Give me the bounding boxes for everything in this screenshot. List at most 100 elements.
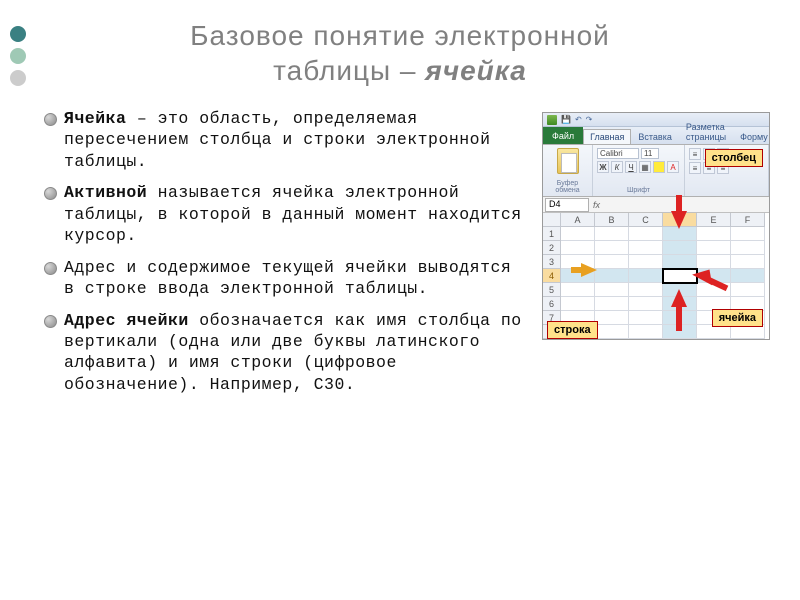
- cell[interactable]: [629, 241, 663, 255]
- select-all-corner[interactable]: [543, 213, 561, 227]
- ribbon-group-clipboard: Буфер обмена: [543, 145, 593, 196]
- spreadsheet-grid: A B C D E F 1 2: [543, 213, 769, 339]
- tab-layout[interactable]: Разметка страницы: [679, 119, 733, 144]
- cell[interactable]: [731, 227, 765, 241]
- ribbon-group-font: Calibri 11 Ж К Ч ▦ A: [593, 145, 685, 196]
- cell[interactable]: [629, 297, 663, 311]
- bold-button[interactable]: Ж: [597, 161, 609, 173]
- dot-mint: [10, 48, 26, 64]
- border-button[interactable]: ▦: [639, 161, 651, 173]
- cell[interactable]: [595, 269, 629, 283]
- decorative-dots: [10, 26, 26, 92]
- column-headers: A B C D E F: [543, 213, 769, 227]
- cell[interactable]: [561, 297, 595, 311]
- tab-insert[interactable]: Вставка: [631, 129, 678, 144]
- cell[interactable]: [663, 255, 697, 269]
- cell[interactable]: [697, 227, 731, 241]
- save-icon: 💾: [561, 115, 571, 124]
- excel-screenshot: 💾 ↶ ↷ Файл Главная Вставка Разметка стра…: [542, 112, 770, 340]
- ribbon-tabs: Файл Главная Вставка Разметка страницы Ф…: [543, 127, 769, 145]
- paste-icon[interactable]: [557, 148, 579, 174]
- callout-column: столбец: [705, 149, 763, 167]
- row-1: 1: [543, 227, 769, 241]
- redo-icon: ↷: [586, 115, 593, 124]
- cell[interactable]: [629, 269, 663, 283]
- cell[interactable]: [561, 283, 595, 297]
- col-header-B[interactable]: B: [595, 213, 629, 227]
- cell[interactable]: [595, 255, 629, 269]
- bullet-2: Активной называется ячейка электронной т…: [42, 182, 532, 246]
- formula-bar: D4 fx: [543, 197, 769, 213]
- font-name-select[interactable]: Calibri: [597, 148, 639, 159]
- cell[interactable]: [595, 297, 629, 311]
- row-2: 2: [543, 241, 769, 255]
- dot-teal: [10, 26, 26, 42]
- font-color-button[interactable]: A: [667, 161, 679, 173]
- dot-grey: [10, 70, 26, 86]
- cell[interactable]: [629, 283, 663, 297]
- fx-icon[interactable]: fx: [589, 200, 604, 210]
- content-row: Ячейка – это область, определяемая перес…: [30, 108, 770, 405]
- row-header-2[interactable]: 2: [543, 241, 561, 255]
- quick-access-toolbar: 💾 ↶ ↷: [543, 113, 769, 127]
- clipboard-label: Буфер обмена: [547, 180, 588, 194]
- bullet-2-bold: Активной: [64, 183, 147, 202]
- illustration-column: 💾 ↶ ↷ Файл Главная Вставка Разметка стра…: [542, 108, 770, 405]
- col-header-A[interactable]: A: [561, 213, 595, 227]
- tab-formulas[interactable]: Форму: [733, 129, 775, 144]
- cell[interactable]: [629, 255, 663, 269]
- align-left-icon[interactable]: ≡: [689, 162, 701, 174]
- tab-file[interactable]: Файл: [543, 127, 583, 144]
- arrow-row-icon: [581, 263, 597, 277]
- align-top-icon[interactable]: ≡: [689, 148, 701, 160]
- row-header-3[interactable]: 3: [543, 255, 561, 269]
- row-header-4[interactable]: 4: [543, 269, 561, 283]
- slide: Базовое понятие электронной таблицы – яч…: [0, 0, 800, 600]
- fill-color-button[interactable]: [653, 161, 665, 173]
- font-controls: Calibri 11 Ж К Ч ▦ A: [597, 148, 680, 173]
- cell[interactable]: [561, 241, 595, 255]
- underline-button[interactable]: Ч: [625, 161, 637, 173]
- cell[interactable]: [663, 227, 697, 241]
- title-line1: Базовое понятие электронной: [190, 20, 610, 51]
- cell[interactable]: [561, 227, 595, 241]
- cell[interactable]: [697, 241, 731, 255]
- cell[interactable]: [697, 255, 731, 269]
- cell[interactable]: [697, 325, 731, 339]
- row-header-6[interactable]: 6: [543, 297, 561, 311]
- cell[interactable]: [663, 241, 697, 255]
- callout-row: строка: [547, 321, 598, 339]
- arrow-column-icon: [671, 211, 687, 229]
- row-header-5[interactable]: 5: [543, 283, 561, 297]
- cell[interactable]: [731, 241, 765, 255]
- tab-home[interactable]: Главная: [583, 129, 631, 144]
- excel-icon: [547, 115, 557, 125]
- cell[interactable]: [595, 325, 629, 339]
- col-header-F[interactable]: F: [731, 213, 765, 227]
- row-header-1[interactable]: 1: [543, 227, 561, 241]
- italic-button[interactable]: К: [611, 161, 623, 173]
- cell[interactable]: [629, 325, 663, 339]
- cell[interactable]: [595, 241, 629, 255]
- col-header-C[interactable]: C: [629, 213, 663, 227]
- font-size-select[interactable]: 11: [641, 148, 659, 159]
- bullet-4: Адрес ячейки обозначается как имя столбц…: [42, 310, 532, 396]
- cell[interactable]: [731, 255, 765, 269]
- cell[interactable]: [731, 269, 765, 283]
- cell[interactable]: [731, 283, 765, 297]
- cell[interactable]: [629, 227, 663, 241]
- bullet-1-bold: Ячейка: [64, 109, 126, 128]
- cell[interactable]: [595, 311, 629, 325]
- cell[interactable]: [731, 325, 765, 339]
- name-box[interactable]: D4: [545, 198, 589, 212]
- cell[interactable]: [595, 283, 629, 297]
- col-header-E[interactable]: E: [697, 213, 731, 227]
- cell[interactable]: [595, 227, 629, 241]
- ribbon: Буфер обмена Calibri 11 Ж К Ч: [543, 145, 769, 197]
- row-5: 5: [543, 283, 769, 297]
- cell[interactable]: [629, 311, 663, 325]
- bullet-list: Ячейка – это область, определяемая перес…: [42, 108, 532, 395]
- text-column: Ячейка – это область, определяемая перес…: [30, 108, 532, 405]
- bullet-3: Адрес и содержимое текущей ячейки выводя…: [42, 257, 532, 300]
- title-line2-emphasis: ячейка: [425, 55, 527, 86]
